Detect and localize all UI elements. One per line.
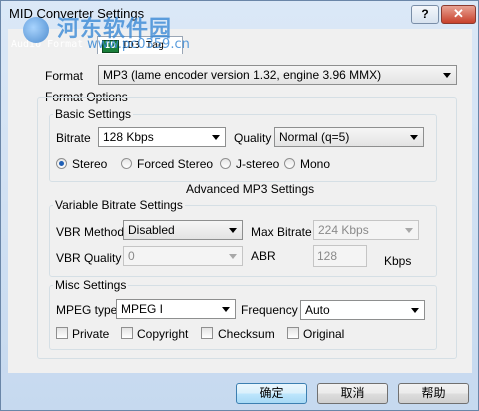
original-checkbox[interactable] <box>287 327 299 339</box>
mpeg-type-value: MPEG I <box>121 302 164 316</box>
format-select[interactable]: MP3 (lame encoder version 1.32, engine 3… <box>98 65 457 85</box>
radio-stereo[interactable] <box>56 158 67 169</box>
quality-label: Quality <box>234 131 272 145</box>
radio-mono[interactable] <box>284 158 295 169</box>
frequency-select[interactable]: Auto <box>300 300 425 320</box>
quality-select-value: Normal (q=5) <box>279 130 350 144</box>
chevron-down-icon <box>229 254 237 259</box>
bitrate-label: Bitrate <box>56 131 91 145</box>
radio-forced-stereo-label: Forced Stereo <box>137 157 214 171</box>
copyright-checkbox[interactable] <box>121 327 133 339</box>
abr-label: ABR <box>251 249 276 263</box>
basic-settings-group <box>49 114 437 182</box>
title-bar[interactable]: MID Converter Settings ? ✕ <box>1 1 478 29</box>
vbr-quality-value: 0 <box>128 249 135 263</box>
help-button[interactable]: 帮助 <box>398 383 469 404</box>
radio-forced-stereo[interactable] <box>121 158 132 169</box>
radio-j-stereo[interactable] <box>220 158 231 169</box>
checksum-checkbox-label: Checksum <box>218 327 275 341</box>
format-label: Format <box>45 69 84 83</box>
basic-settings-label: Basic Settings <box>53 107 134 121</box>
quality-select[interactable]: Normal (q=5) <box>274 127 424 147</box>
bitrate-select-value: 128 Kbps <box>103 130 154 144</box>
bitrate-select[interactable]: 128 Kbps <box>98 127 226 147</box>
tab-id3-tag[interactable]: ID ID3 Tag <box>97 36 183 54</box>
frequency-value: Auto <box>305 303 330 317</box>
abr-input[interactable]: 128 <box>313 245 367 267</box>
advanced-mp3-settings-label: Advanced MP3 Settings <box>186 182 315 196</box>
vbr-settings-group <box>49 205 437 277</box>
dialog-window: MID Converter Settings ? ✕ Audio Format … <box>0 0 479 411</box>
max-bitrate-label: Max Bitrate <box>251 225 312 239</box>
checksum-checkbox[interactable] <box>201 327 213 339</box>
vbr-settings-label: Variable Bitrate Settings <box>53 198 185 212</box>
chevron-down-icon <box>212 135 220 140</box>
chevron-down-icon <box>410 135 418 140</box>
tab-audio-format[interactable]: Audio Format <box>11 36 95 53</box>
max-bitrate-select[interactable]: 224 Kbps <box>313 220 419 240</box>
chevron-down-icon <box>411 308 419 313</box>
ok-button[interactable]: 确定 <box>236 383 307 404</box>
private-checkbox[interactable] <box>56 327 68 339</box>
copyright-checkbox-label: Copyright <box>137 327 189 341</box>
chevron-down-icon <box>443 73 451 78</box>
abr-unit-label: Kbps <box>384 254 412 268</box>
radio-stereo-label: Stereo <box>72 157 108 171</box>
mpeg-type-select[interactable]: MPEG I <box>116 299 236 319</box>
max-bitrate-value: 224 Kbps <box>318 223 369 237</box>
vbr-quality-label: VBR Quality <box>56 251 122 265</box>
chevron-down-icon <box>222 307 230 312</box>
id3-icon: ID <box>102 40 119 53</box>
radio-mono-label: Mono <box>300 157 331 171</box>
original-checkbox-label: Original <box>303 327 345 341</box>
chevron-down-icon <box>405 228 413 233</box>
close-button[interactable]: ✕ <box>441 5 476 24</box>
vbr-method-select[interactable]: Disabled <box>123 220 243 240</box>
help-title-button[interactable]: ? <box>411 5 439 24</box>
window-title: MID Converter Settings <box>9 6 145 21</box>
vbr-quality-select[interactable]: 0 <box>123 246 243 266</box>
tab-id3-label: ID3 Tag <box>121 40 164 51</box>
frequency-label: Frequency <box>241 303 298 317</box>
private-checkbox-label: Private <box>72 327 110 341</box>
chevron-down-icon <box>229 228 237 233</box>
vbr-method-label: VBR Method <box>56 225 125 239</box>
format-select-value: MP3 (lame encoder version 1.32, engine 3… <box>103 68 382 82</box>
radio-j-stereo-label: J-stereo <box>236 157 280 171</box>
misc-settings-label: Misc Settings <box>53 278 129 292</box>
cancel-button[interactable]: 取消 <box>317 383 388 404</box>
vbr-method-value: Disabled <box>128 223 175 237</box>
mpeg-type-label: MPEG type <box>56 303 118 317</box>
